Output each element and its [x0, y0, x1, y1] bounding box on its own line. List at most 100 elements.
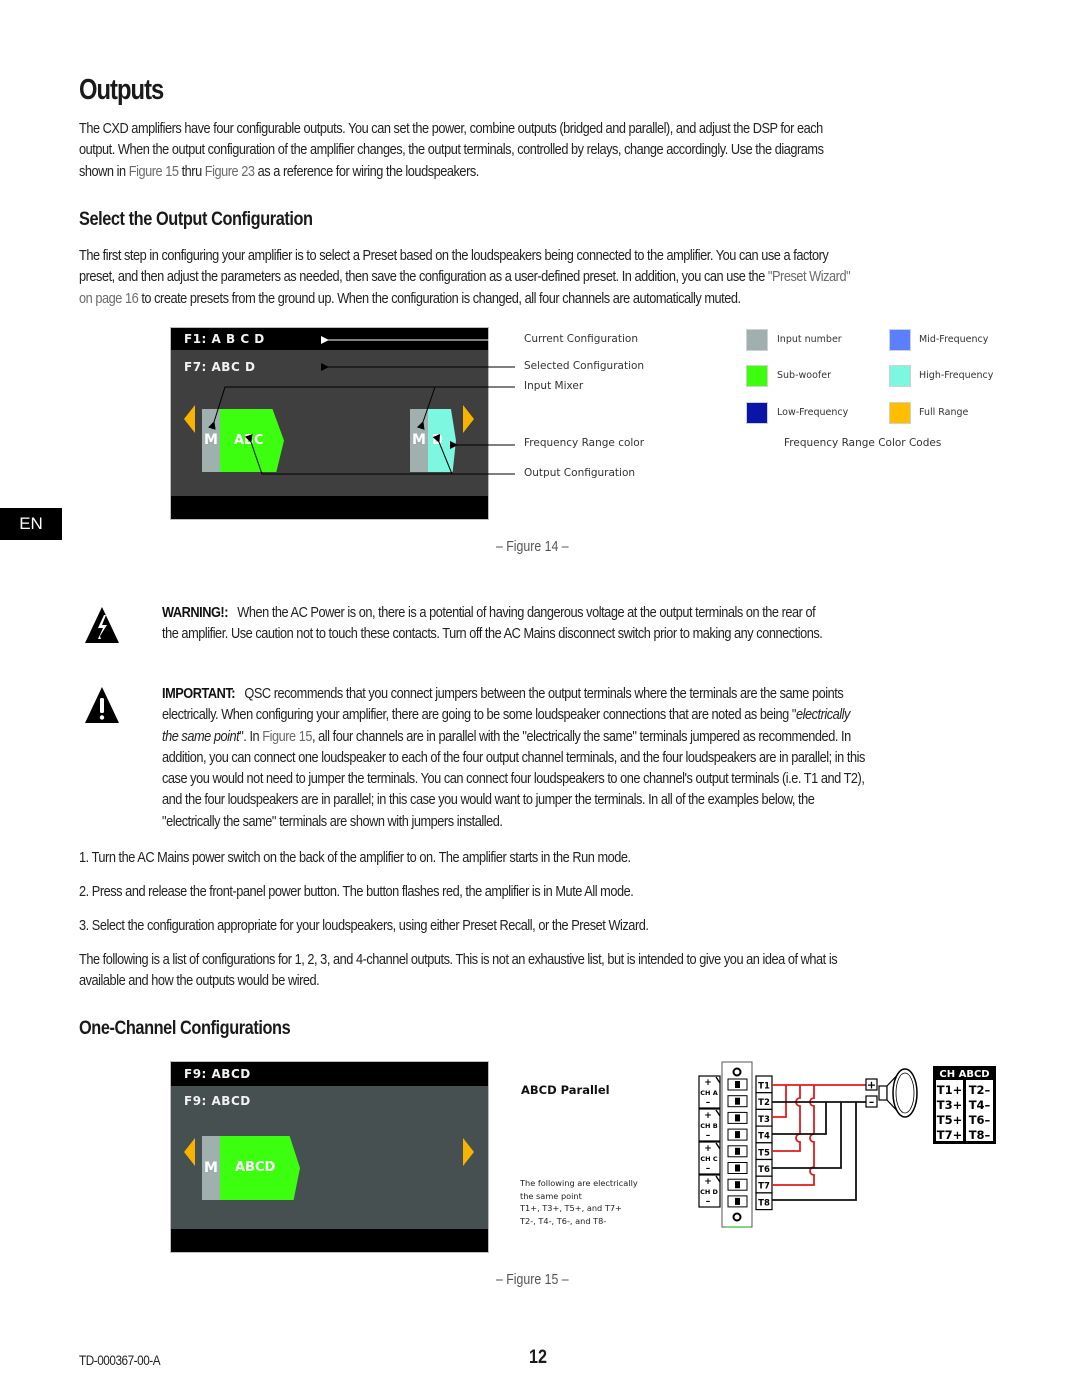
- page-16-link[interactable]: on page 16: [79, 290, 139, 307]
- figure-15-link[interactable]: Figure 15: [129, 163, 179, 180]
- terminal-label: T5: [758, 1148, 770, 1158]
- page-title: Outputs: [79, 74, 164, 106]
- abcd-parallel-title: ABCD Parallel: [521, 1083, 610, 1097]
- para-line: The first step in configuring your ampli…: [79, 247, 829, 264]
- channel-block: +CH A–: [698, 1075, 721, 1109]
- electrically-same-note: The following are electrically the same …: [520, 1177, 638, 1227]
- intro-line: shown in Figure 15 thru Figure 23 as a r…: [79, 162, 479, 180]
- wiring-diagram: +CH A–+CH B–+CH C–+CH D– T1T2T3T4T5T6T7T…: [698, 1061, 996, 1228]
- minus-sign: –: [706, 1164, 711, 1174]
- plus-sign: +: [704, 1177, 712, 1187]
- arrow-left-icon[interactable]: [184, 1138, 195, 1166]
- para-line: preset, and then adjust the parameters a…: [79, 268, 851, 286]
- channel-block: +CH D–: [698, 1174, 721, 1208]
- important-paragraph: IMPORTANT: QSC recommends that you conne…: [162, 683, 865, 832]
- table-header: CH ABCD: [939, 1069, 989, 1080]
- selected-configuration-text: F9: ABCD: [184, 1094, 251, 1108]
- para-line: and the four loudspeakers are in paralle…: [162, 791, 815, 809]
- loudspeaker-icon: [878, 1068, 918, 1118]
- para-line: electrically. When configuring your ampl…: [162, 706, 850, 724]
- current-configuration-text: F9: ABCD: [184, 1067, 251, 1081]
- terminal-label: T1: [758, 1082, 770, 1092]
- callout-mixer: [208, 386, 515, 430]
- note-line: The following are electrically: [520, 1178, 638, 1188]
- channel-block: +CH B–: [698, 1108, 721, 1142]
- section-heading-select-output: Select the Output Configuration: [79, 209, 313, 230]
- legend-label: Mid-Frequency: [919, 334, 989, 345]
- channel-table: CH ABCD T1+ T2– T3+ T4– T5+ T6– T7+ T8–: [933, 1066, 996, 1144]
- callout-mixer-2: [416, 386, 436, 430]
- plus-sign: +: [704, 1144, 712, 1154]
- table-cell: T5+: [937, 1113, 962, 1127]
- channel-label: CH A: [700, 1089, 718, 1097]
- callout-output: [244, 434, 515, 475]
- figure-15-link[interactable]: Figure 15: [262, 728, 312, 745]
- callout-output-2: [432, 434, 453, 475]
- channel-label: CH D: [700, 1188, 718, 1196]
- language-tab[interactable]: EN: [0, 508, 62, 540]
- important-label: IMPORTANT:: [162, 685, 236, 702]
- channel-label: CH C: [700, 1155, 717, 1163]
- callout-freq-label: Frequency Range color: [524, 437, 645, 449]
- para-line: "electrically the same" terminals are sh…: [162, 812, 503, 830]
- callout-mixer-label: Input Mixer: [524, 380, 584, 392]
- legend-swatch-mid-frequency: [889, 329, 911, 351]
- para-line: The following is a list of configuration…: [79, 951, 838, 968]
- note-line: the same point: [520, 1190, 582, 1201]
- terminal-label: T4: [758, 1132, 770, 1142]
- para-line: case you would not need to jumper the te…: [162, 770, 865, 788]
- figure-23-link[interactable]: Figure 23: [205, 163, 255, 180]
- preset-wizard-link[interactable]: "Preset Wizard": [768, 268, 851, 285]
- exclamation-warning-icon: [85, 687, 119, 723]
- figure-15-caption: – Figure 15 –: [496, 1272, 569, 1288]
- table-cell: T6–: [969, 1113, 991, 1127]
- plus-sign: +: [867, 1079, 876, 1092]
- legend-label: High-Frequency: [919, 370, 994, 381]
- terminal-label: T7: [758, 1182, 770, 1192]
- plus-sign: +: [704, 1078, 712, 1088]
- output-block-abcd: ABCD: [220, 1136, 300, 1200]
- terminal-label: T8: [758, 1198, 770, 1208]
- list-intro-paragraph: The following is a list of configuration…: [79, 949, 838, 992]
- legend-label: Full Range: [919, 407, 969, 418]
- terminal-label: T2: [758, 1098, 770, 1108]
- para-line: the same point". In Figure 15, all four …: [162, 727, 851, 745]
- minus-sign: –: [706, 1098, 711, 1108]
- lcd-bottom-bar: [171, 1229, 488, 1252]
- para-line: available and how the outputs would be w…: [79, 972, 320, 990]
- minus-sign: –: [706, 1197, 711, 1207]
- para-line: addition, you can connect one loudspeake…: [162, 748, 865, 766]
- legend-swatch-high-frequency: [889, 365, 911, 387]
- table-cell: T3+: [937, 1098, 962, 1112]
- para-line: the amplifier. Use caution not to touch …: [162, 625, 823, 643]
- plus-sign: +: [704, 1111, 712, 1121]
- legend-swatch-low-frequency: [746, 402, 768, 424]
- terminal-label: T6: [758, 1165, 770, 1175]
- legend-label: Input number: [777, 334, 842, 345]
- legend-swatch-input-number: [746, 329, 768, 351]
- para-line: IMPORTANT: QSC recommends that you conne…: [162, 685, 844, 702]
- callout-selected-label: Selected Configuration: [524, 360, 645, 372]
- callout-output-label: Output Configuration: [524, 467, 636, 479]
- input-mixer-block: M: [202, 1136, 220, 1200]
- callout-lines: [208, 336, 515, 475]
- warning-label: WARNING!:: [162, 604, 229, 621]
- intro-line: output. When the output configuration of…: [79, 141, 824, 159]
- channel-block: +CH C–: [698, 1141, 721, 1175]
- intro-paragraph: The CXD amplifiers have four configurabl…: [79, 118, 824, 182]
- step-2: 2. Press and release the front-panel pow…: [79, 883, 634, 900]
- page-number: 12: [529, 1347, 547, 1368]
- para-line: WARNING!: When the AC Power is on, there…: [162, 604, 816, 621]
- legend-label: Low-Frequency: [777, 407, 849, 418]
- arrow-right-icon[interactable]: [463, 1138, 474, 1166]
- terminal-label: T3: [758, 1115, 770, 1125]
- table-cell: T1+: [937, 1083, 962, 1097]
- electric-hazard-icon: [85, 607, 119, 643]
- section-heading-one-channel: One-Channel Configurations: [79, 1018, 291, 1039]
- minus-sign: –: [706, 1131, 711, 1141]
- warning-paragraph: WARNING!: When the AC Power is on, there…: [162, 602, 823, 645]
- step-3: 3. Select the configuration appropriate …: [79, 917, 649, 934]
- channel-label: CH B: [700, 1122, 717, 1130]
- intro-line: The CXD amplifiers have four configurabl…: [79, 120, 823, 137]
- table-cell: T8–: [969, 1128, 991, 1142]
